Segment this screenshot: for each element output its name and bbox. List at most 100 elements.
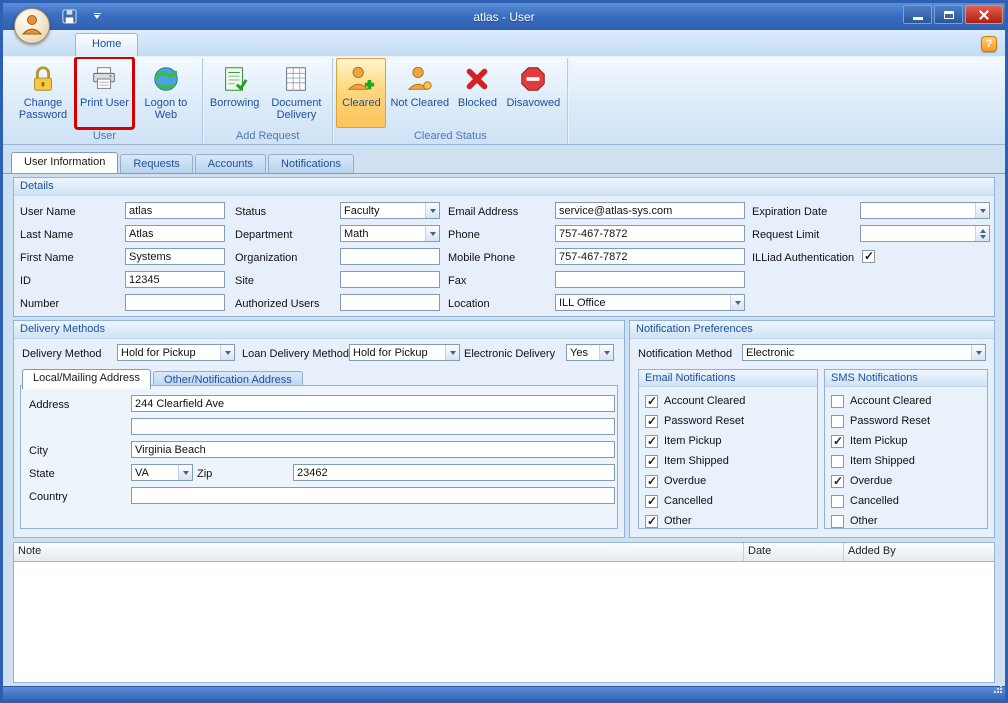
checkbox-icon[interactable] — [645, 394, 658, 408]
checkbox-icon[interactable] — [831, 454, 844, 468]
print-user-button[interactable]: Print User — [74, 56, 135, 130]
organization-input[interactable] — [340, 248, 440, 265]
sms-option-overdue[interactable]: Overdue — [825, 471, 987, 491]
tab-requests[interactable]: Requests — [120, 154, 193, 173]
city-input[interactable] — [131, 441, 615, 458]
mobile-phone-input[interactable] — [555, 248, 745, 265]
maximize-button[interactable] — [934, 5, 963, 24]
blocked-button[interactable]: Blocked — [452, 58, 502, 128]
checkbox-icon[interactable] — [645, 494, 658, 508]
zip-input[interactable] — [293, 464, 615, 481]
status-select[interactable]: Faculty — [340, 202, 440, 219]
email-option-other[interactable]: Other — [639, 511, 817, 531]
chevron-down-icon[interactable] — [599, 345, 613, 360]
email-option-account-cleared[interactable]: Account Cleared — [639, 391, 817, 411]
checkbox-icon[interactable] — [645, 454, 658, 468]
electronic-delivery-select[interactable]: Yes — [566, 344, 614, 361]
email-option-item-shipped[interactable]: Item Shipped — [639, 451, 817, 471]
tab-notifications[interactable]: Notifications — [268, 154, 354, 173]
sms-option-other[interactable]: Other — [825, 511, 987, 531]
notes-column-added-by[interactable]: Added By — [844, 543, 994, 561]
chevron-down-icon[interactable] — [730, 295, 744, 310]
number-input[interactable] — [125, 294, 225, 311]
borrowing-button[interactable]: Borrowing — [206, 58, 264, 128]
checkbox-icon[interactable] — [831, 414, 844, 428]
sms-option-account-cleared[interactable]: Account Cleared — [825, 391, 987, 411]
spinner-arrows-icon[interactable] — [975, 226, 989, 241]
checkbox-icon[interactable] — [645, 434, 658, 448]
notes-column-date[interactable]: Date — [744, 543, 844, 561]
checkbox-icon[interactable] — [645, 514, 658, 528]
email-option-overdue[interactable]: Overdue — [639, 471, 817, 491]
cleared-button[interactable]: Cleared — [336, 58, 387, 128]
red-x-icon — [461, 63, 493, 95]
fax-input[interactable] — [555, 271, 745, 288]
illiad-authentication-checkbox[interactable] — [862, 249, 875, 263]
close-button[interactable] — [965, 5, 1003, 24]
phone-input[interactable] — [555, 225, 745, 242]
email-option-password-reset[interactable]: Password Reset — [639, 411, 817, 431]
not-cleared-button[interactable]: Not Cleared — [386, 58, 452, 128]
application-menu-button[interactable] — [14, 8, 50, 44]
location-select[interactable]: ILL Office — [555, 294, 745, 311]
site-input[interactable] — [340, 271, 440, 288]
logon-to-web-button[interactable]: Logon to Web — [133, 58, 199, 128]
chevron-down-icon[interactable] — [971, 345, 985, 360]
checkbox-icon[interactable] — [831, 434, 844, 448]
checkbox-icon[interactable] — [831, 494, 844, 508]
person-icon — [403, 63, 435, 95]
resize-grip-icon[interactable] — [993, 681, 1003, 699]
chevron-down-icon[interactable] — [220, 345, 234, 360]
help-icon[interactable] — [981, 36, 997, 52]
email-input[interactable] — [555, 202, 745, 219]
notification-method-select[interactable]: Electronic — [742, 344, 986, 361]
checkbox-icon[interactable] — [831, 394, 844, 408]
loan-delivery-method-select[interactable]: Hold for Pickup — [349, 344, 460, 361]
notification-preferences-groupbox: Notification Preferences Notification Me… — [629, 320, 995, 538]
sms-option-cancelled[interactable]: Cancelled — [825, 491, 987, 511]
email-option-item-pickup[interactable]: Item Pickup — [639, 431, 817, 451]
expiration-date-select[interactable] — [860, 202, 990, 219]
checkbox-icon[interactable] — [645, 474, 658, 488]
sms-option-password-reset[interactable]: Password Reset — [825, 411, 987, 431]
first-name-input[interactable] — [125, 248, 225, 265]
authorized-users-input[interactable] — [340, 294, 440, 311]
chevron-down-icon[interactable] — [425, 226, 439, 241]
titlebar: atlas - User — [3, 3, 1005, 44]
address-row — [21, 417, 617, 440]
checkbox-label: Item Shipped — [850, 455, 915, 467]
state-select[interactable]: VA — [131, 464, 193, 481]
chevron-down-icon[interactable] — [975, 203, 989, 218]
request-limit-spinner[interactable] — [860, 225, 990, 242]
document-delivery-button[interactable]: Document Delivery — [263, 58, 329, 128]
checkbox-label: Item Shipped — [664, 455, 729, 467]
notes-table-body[interactable] — [14, 562, 994, 682]
delivery-method-value: Hold for Pickup — [121, 347, 196, 359]
minimize-button[interactable] — [903, 5, 932, 24]
notes-column-note[interactable]: Note — [14, 543, 744, 561]
chevron-down-icon[interactable] — [425, 203, 439, 218]
address-line1-input[interactable] — [131, 395, 615, 412]
user-name-input[interactable] — [125, 202, 225, 219]
email-option-cancelled[interactable]: Cancelled — [639, 491, 817, 511]
department-select[interactable]: Math — [340, 225, 440, 242]
sms-option-item-pickup[interactable]: Item Pickup — [825, 431, 987, 451]
checkbox-icon[interactable] — [831, 474, 844, 488]
checkbox-icon[interactable] — [831, 514, 844, 528]
disavowed-button[interactable]: Disavowed — [502, 58, 564, 128]
tab-accounts[interactable]: Accounts — [194, 154, 267, 173]
chevron-down-icon[interactable] — [445, 345, 459, 360]
tab-local-mailing-address[interactable]: Local/Mailing Address — [22, 369, 152, 389]
chevron-down-icon[interactable] — [178, 465, 192, 480]
country-input[interactable] — [131, 487, 615, 504]
ribbon-tab-home[interactable]: Home — [75, 33, 139, 56]
delivery-method-select[interactable]: Hold for Pickup — [117, 344, 235, 361]
address-line2-input[interactable] — [131, 418, 615, 435]
tab-user-information[interactable]: User Information — [11, 152, 119, 173]
checkbox-icon[interactable] — [645, 414, 658, 428]
sms-option-item-shipped[interactable]: Item Shipped — [825, 451, 987, 471]
request-limit-value — [861, 226, 975, 241]
id-input[interactable] — [125, 271, 225, 288]
change-password-button[interactable]: Change Password — [10, 58, 76, 128]
last-name-input[interactable] — [125, 225, 225, 242]
